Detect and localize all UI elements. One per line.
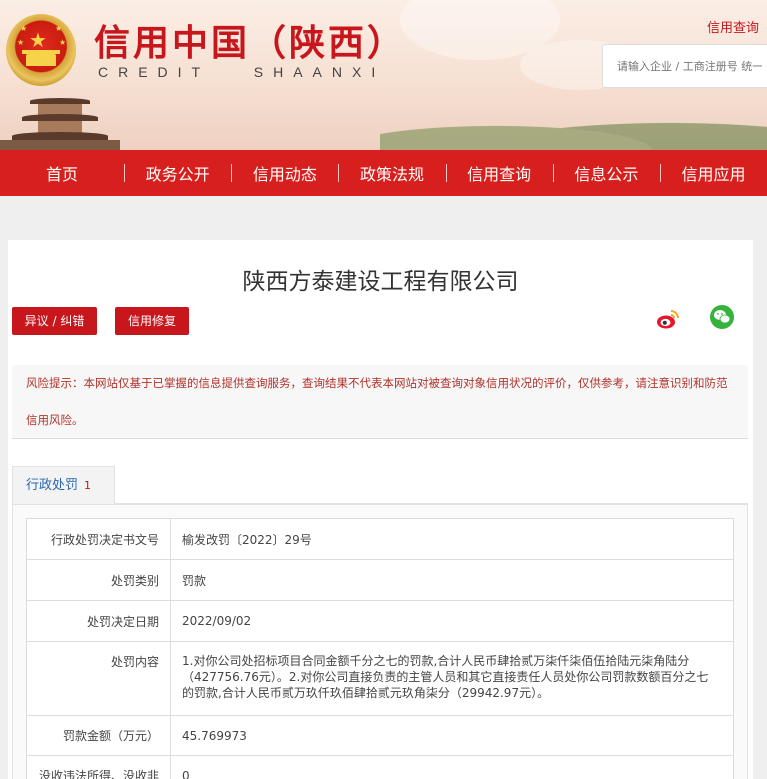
emblem-star-icon: ★: [20, 24, 28, 33]
emblem-gate: [22, 50, 60, 66]
penalty-panel: 行政处罚决定书文号 榆发改罚〔2022〕29号 处罚类别 罚款 处罚决定日期 2…: [12, 504, 748, 779]
nav-item-policies[interactable]: 政策法规: [339, 161, 446, 185]
weibo-icon[interactable]: [656, 307, 680, 331]
site-subtitle: CREDIT SHAANXI: [98, 64, 386, 80]
nav-item-credit-query[interactable]: 信用查询: [446, 161, 553, 185]
risk-notice: 风险提示：本网站仅基于已掌握的信息提供查询服务，查询结果不代表本网站对被查询对象…: [12, 365, 748, 439]
site-title: 信用中国（陕西）: [94, 23, 407, 64]
row-value: 榆发改罚〔2022〕29号: [170, 518, 734, 560]
nav-item-public-info[interactable]: 信息公示: [553, 161, 660, 185]
national-emblem-logo: ★ ★ ★ ★ ★: [6, 14, 76, 86]
tab-label: 行政处罚: [26, 478, 79, 493]
row-key: 行政处罚决定书文号: [26, 518, 171, 560]
table-row: 处罚类别 罚款: [26, 559, 734, 601]
row-value: 45.769973: [170, 715, 734, 756]
hills-illustration: [380, 108, 767, 150]
row-value: 0: [170, 755, 734, 779]
emblem-star-icon: ★: [17, 38, 25, 47]
tab-administrative-penalty[interactable]: 行政处罚 1: [12, 466, 115, 504]
emblem-star-icon: ★: [29, 28, 47, 52]
table-row: 处罚决定日期 2022/09/02: [26, 600, 734, 642]
row-key: 处罚决定日期: [26, 600, 171, 642]
search-input[interactable]: [602, 44, 767, 88]
emblem-star-icon: ★: [59, 38, 67, 47]
objection-button[interactable]: 异议 / 纠错: [12, 307, 97, 335]
emblem-star-icon: ★: [55, 24, 63, 33]
nav-item-government-affairs[interactable]: 政务公开: [124, 161, 231, 185]
table-row: 没收违法所得、没收非 0: [26, 755, 734, 779]
row-value: 1.对你公司处招标项目合同金额千分之七的罚款,合计人民币肆拾贰万柒仟柒佰伍拾陆元…: [170, 641, 734, 716]
row-key: 处罚内容: [26, 641, 171, 716]
nav-item-credit-news[interactable]: 信用动态: [231, 161, 338, 185]
tab-bar: 行政处罚 1: [12, 466, 748, 504]
nav-item-credit-apps[interactable]: 信用应用: [660, 161, 767, 185]
wechat-icon[interactable]: [710, 305, 734, 329]
penalty-table: 行政处罚决定书文号 榆发改罚〔2022〕29号 处罚类别 罚款 处罚决定日期 2…: [26, 518, 734, 779]
credit-query-link[interactable]: 信用查询: [707, 17, 759, 36]
row-value: 罚款: [170, 559, 734, 601]
company-detail-card: 陕西方泰建设工程有限公司 异议 / 纠错 信用修复 风险提示：本网站仅基于已掌握…: [8, 240, 753, 779]
row-value: 2022/09/02: [170, 600, 734, 642]
credit-repair-button[interactable]: 信用修复: [115, 307, 189, 335]
nav-item-home[interactable]: 首页: [0, 161, 124, 185]
row-key: 处罚类别: [26, 559, 171, 601]
main-nav: 首页 政务公开 信用动态 政策法规 信用查询 信息公示 信用应用: [0, 150, 767, 196]
tab-count-badge: 1: [84, 479, 92, 492]
table-row: 罚款金额（万元） 45.769973: [26, 715, 734, 756]
row-key: 没收违法所得、没收非: [26, 755, 171, 779]
table-row: 行政处罚决定书文号 榆发改罚〔2022〕29号: [26, 518, 734, 560]
row-key: 罚款金额（万元）: [26, 715, 171, 756]
table-row: 处罚内容 1.对你公司处招标项目合同金额千分之七的罚款,合计人民币肆拾贰万柒仟柒…: [26, 641, 734, 716]
company-name: 陕西方泰建设工程有限公司: [242, 269, 519, 295]
bell-tower-illustration: [0, 92, 120, 150]
header-banner: ★ ★ ★ ★ ★ 信用中国（陕西） CREDIT SHAANXI 信用查询: [0, 0, 767, 150]
